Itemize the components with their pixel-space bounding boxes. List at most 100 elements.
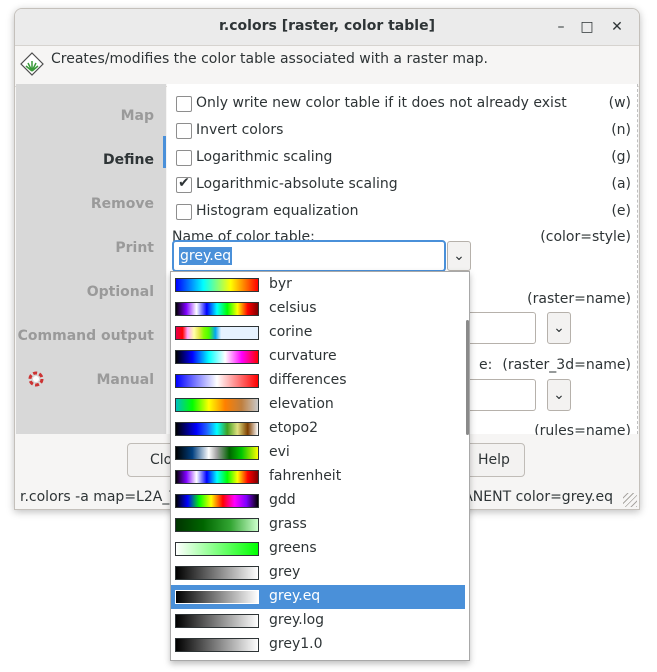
color-ramp-swatch bbox=[175, 590, 259, 604]
resize-grip-icon[interactable] bbox=[623, 493, 637, 507]
dropdown-item[interactable]: differences bbox=[171, 369, 469, 393]
dropdown-item[interactable]: grey.eq bbox=[171, 585, 469, 609]
color-ramp-swatch bbox=[175, 278, 259, 292]
scrollbar-thumb[interactable] bbox=[466, 320, 469, 435]
dropdown-item[interactable]: grass bbox=[171, 513, 469, 537]
grass-logo-icon bbox=[20, 52, 44, 76]
raster3d-input[interactable] bbox=[467, 379, 536, 411]
dropdown-item-label: byr bbox=[269, 276, 292, 292]
checkbox-label: Logarithmic scaling bbox=[196, 149, 333, 165]
color-ramp-swatch bbox=[175, 302, 259, 316]
checkbox-flag: (w) bbox=[608, 95, 631, 111]
dropdown-item[interactable]: evi bbox=[171, 441, 469, 465]
title-bar: r.colors [raster, color table] – □ ✕ bbox=[15, 9, 639, 46]
dropdown-scrollbar[interactable] bbox=[465, 272, 469, 660]
checkbox-flag: (g) bbox=[611, 149, 631, 165]
raster-dropdown-button[interactable]: ⌄ bbox=[547, 312, 571, 344]
checkbox-row-g[interactable]: Logarithmic scaling (g) bbox=[173, 148, 631, 170]
module-description: Creates/modifies the color table associa… bbox=[51, 51, 488, 67]
close-window-button[interactable]: ✕ bbox=[605, 15, 629, 39]
sidebar-item-optional[interactable]: Optional bbox=[15, 284, 154, 300]
color-ramp-swatch bbox=[175, 422, 259, 436]
dropdown-item[interactable]: gdd bbox=[171, 489, 469, 513]
dropdown-item[interactable]: celsius bbox=[171, 297, 469, 321]
color-ramp-swatch bbox=[175, 566, 259, 580]
raster3d-flag: (raster_3d=name) bbox=[502, 357, 631, 373]
checkbox-row-w[interactable]: Only write new color table if it does no… bbox=[173, 94, 631, 116]
checkbox-flag: (a) bbox=[611, 176, 631, 192]
color-ramp-swatch bbox=[175, 638, 259, 652]
checkbox-label: Logarithmic-absolute scaling bbox=[196, 176, 398, 192]
color-table-dropdown-button[interactable]: ⌄ bbox=[447, 241, 471, 271]
checkbox-label: Invert colors bbox=[196, 122, 284, 138]
raster3d-dropdown-button[interactable]: ⌄ bbox=[547, 379, 571, 411]
sidebar-item-define[interactable]: Define bbox=[15, 152, 154, 168]
color-ramp-swatch bbox=[175, 614, 259, 628]
sidebar-item-print[interactable]: Print bbox=[15, 240, 154, 256]
dropdown-item-label: evi bbox=[269, 444, 290, 460]
checkbox-flag: (e) bbox=[611, 203, 631, 219]
checkbox[interactable] bbox=[176, 150, 192, 166]
color-ramp-swatch bbox=[175, 494, 259, 508]
dropdown-item[interactable]: grey1.0 bbox=[171, 633, 469, 657]
color-ramp-swatch bbox=[175, 326, 259, 340]
color-ramp-swatch bbox=[175, 542, 259, 556]
sidebar-item-command-output[interactable]: Command output bbox=[15, 328, 154, 344]
dropdown-item[interactable]: grey bbox=[171, 561, 469, 585]
checkbox[interactable] bbox=[176, 96, 192, 112]
dropdown-item[interactable]: curvature bbox=[171, 345, 469, 369]
raster-input[interactable] bbox=[467, 312, 536, 344]
dropdown-item[interactable]: corine bbox=[171, 321, 469, 345]
chevron-down-icon: ⌄ bbox=[553, 387, 565, 403]
dropdown-item-label: corine bbox=[269, 324, 313, 340]
dropdown-item[interactable]: etopo2 bbox=[171, 417, 469, 441]
color-ramp-swatch bbox=[175, 446, 259, 460]
dropdown-item[interactable]: greens bbox=[171, 537, 469, 561]
color-table-input[interactable]: grey.eq bbox=[172, 240, 446, 272]
color-ramp-swatch bbox=[175, 350, 259, 364]
raster3d-label-fragment: e: bbox=[479, 357, 493, 373]
sidebar: Map Define Remove Print Optional Command… bbox=[16, 84, 166, 434]
minimize-button[interactable]: – bbox=[549, 15, 573, 39]
checkbox-checked[interactable]: ✔ bbox=[176, 175, 192, 193]
color-table-flag: (color=style) bbox=[540, 229, 631, 245]
maximize-button[interactable]: □ bbox=[575, 15, 599, 39]
dropdown-item-label: fahrenheit bbox=[269, 468, 342, 484]
dropdown-item-label: grey.eq bbox=[269, 588, 321, 604]
color-table-value: grey.eq bbox=[179, 247, 233, 265]
color-ramp-swatch bbox=[175, 398, 259, 412]
dropdown-item-label: greens bbox=[269, 540, 317, 556]
checkbox[interactable] bbox=[176, 204, 192, 220]
checkbox-row-n[interactable]: Invert colors (n) bbox=[173, 121, 631, 143]
checkbox-label: Histogram equalization bbox=[196, 203, 359, 219]
active-page-indicator bbox=[163, 136, 166, 168]
dropdown-item[interactable]: elevation bbox=[171, 393, 469, 417]
dropdown-item-label: gdd bbox=[269, 492, 296, 508]
checkbox-label: Only write new color table if it does no… bbox=[196, 95, 567, 111]
dropdown-item-label: curvature bbox=[269, 348, 337, 364]
color-ramp-swatch bbox=[175, 374, 259, 388]
checkbox-flag: (n) bbox=[611, 122, 631, 138]
sidebar-item-map[interactable]: Map bbox=[15, 108, 154, 124]
dropdown-item[interactable]: grey.log bbox=[171, 609, 469, 633]
dropdown-item[interactable]: byr bbox=[171, 273, 469, 297]
dropdown-item-label: elevation bbox=[269, 396, 334, 412]
sidebar-item-remove[interactable]: Remove bbox=[15, 196, 154, 212]
window-title: r.colors [raster, color table] bbox=[219, 18, 435, 34]
description-bar: Creates/modifies the color table associa… bbox=[15, 46, 639, 87]
dropdown-item-label: grey1.0 bbox=[269, 636, 323, 652]
chevron-down-icon: ⌄ bbox=[453, 248, 465, 264]
checkbox[interactable] bbox=[176, 123, 192, 139]
chevron-down-icon: ⌄ bbox=[553, 320, 565, 336]
dropdown-item-label: grey bbox=[269, 564, 301, 580]
color-ramp-swatch bbox=[175, 518, 259, 532]
checkbox-row-e[interactable]: Histogram equalization (e) bbox=[173, 202, 631, 224]
checkbox-row-a[interactable]: ✔ Logarithmic-absolute scaling (a) bbox=[173, 175, 631, 197]
raster-flag: (raster=name) bbox=[527, 291, 631, 307]
dropdown-item[interactable]: fahrenheit bbox=[171, 465, 469, 489]
dropdown-item-label: grass bbox=[269, 516, 307, 532]
check-mark-icon: ✔ bbox=[178, 175, 190, 191]
dropdown-item-label: etopo2 bbox=[269, 420, 319, 436]
color-table-dropdown-list[interactable]: byr celsius corine curvature differences elev… bbox=[170, 271, 470, 661]
lifebuoy-icon bbox=[28, 371, 44, 387]
